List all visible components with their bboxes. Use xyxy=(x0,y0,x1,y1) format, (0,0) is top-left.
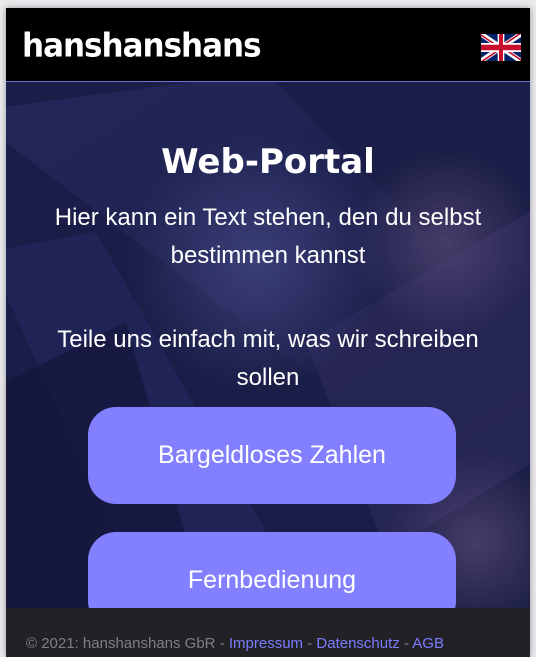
page-title: Web-Portal xyxy=(161,142,375,182)
browser-frame: hanshanshans Web-Portal Hier kann ein Te… xyxy=(0,0,536,657)
hero-section: Web-Portal Hier kann ein Text stehen, de… xyxy=(6,82,530,608)
remote-control-button[interactable]: Fernbedienung xyxy=(88,532,456,608)
footer-separator: - xyxy=(403,635,409,652)
footer-separator: - xyxy=(307,635,313,652)
footer-separator: - xyxy=(219,635,225,652)
cashless-payment-button[interactable]: Bargeldloses Zahlen xyxy=(88,407,456,504)
datenschutz-link[interactable]: Datenschutz xyxy=(316,635,399,652)
site-logo[interactable]: hanshanshans xyxy=(22,27,262,65)
hero-description-1: Hier kann ein Text stehen, den du selbst… xyxy=(54,204,482,269)
page-viewport: hanshanshans Web-Portal Hier kann ein Te… xyxy=(6,8,530,657)
impressum-link[interactable]: Impressum xyxy=(229,635,303,652)
agb-link[interactable]: AGB xyxy=(412,635,444,652)
site-header: hanshanshans xyxy=(6,8,530,82)
copyright-text: © 2021: hanshanshans GbR xyxy=(26,635,216,652)
site-footer: © 2021: hanshanshans GbR - Impressum - D… xyxy=(6,608,530,657)
uk-flag-icon[interactable] xyxy=(481,34,521,61)
hero-description-2: Teile uns einfach mit, was wir schreiben… xyxy=(57,326,479,391)
footer-line: © 2021: hanshanshans GbR - Impressum - D… xyxy=(26,634,444,654)
